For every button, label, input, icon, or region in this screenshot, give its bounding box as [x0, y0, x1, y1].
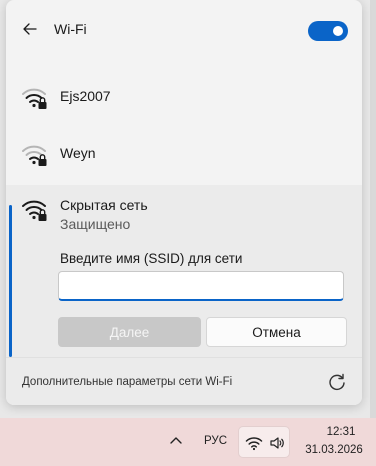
chevron-up-icon[interactable] — [168, 433, 184, 449]
wifi-toggle[interactable] — [308, 21, 348, 41]
network-volume-tray-button[interactable] — [238, 426, 290, 458]
clock-date[interactable]: 31.03.2026 — [300, 444, 368, 456]
wifi-secured-icon — [22, 88, 47, 109]
taskbar: РУС 12:31 31.03.2026 — [0, 418, 376, 466]
page-title: Wi-Fi — [54, 21, 87, 37]
ssid-input[interactable] — [58, 271, 344, 301]
ssid-label: Введите имя (SSID) для сети — [60, 251, 243, 266]
network-item[interactable]: Ejs2007 — [6, 71, 362, 121]
desktop-edge — [370, 0, 376, 420]
hidden-network-name: Скрытая сеть — [60, 197, 148, 213]
back-button[interactable] — [20, 18, 40, 40]
toggle-knob — [333, 26, 343, 36]
security-status: Защищено — [60, 216, 131, 232]
volume-icon — [270, 437, 284, 449]
network-item[interactable]: Weyn — [6, 128, 362, 178]
network-name: Weyn — [60, 145, 96, 161]
wifi-secured-icon — [22, 200, 47, 221]
next-button[interactable]: Далее — [58, 317, 201, 347]
hidden-network-item: Скрытая сеть Защищено Введите имя (SSID)… — [6, 185, 362, 357]
network-name: Ejs2007 — [60, 88, 111, 104]
wifi-icon — [245, 437, 263, 451]
clock-time[interactable]: 12:31 — [316, 426, 366, 438]
flyout-footer: Дополнительные параметры сети Wi-Fi — [6, 357, 362, 405]
refresh-icon[interactable] — [327, 372, 347, 392]
cancel-button[interactable]: Отмена — [206, 317, 347, 347]
wifi-flyout: Wi-Fi Ejs2007 Weyn Скрытая сеть Защищено… — [6, 0, 362, 405]
language-indicator[interactable]: РУС — [204, 435, 227, 447]
wifi-secured-icon — [22, 145, 47, 166]
selection-indicator — [9, 205, 12, 357]
flyout-header: Wi-Fi — [6, 0, 362, 60]
more-wifi-settings-link[interactable]: Дополнительные параметры сети Wi-Fi — [22, 376, 232, 388]
back-arrow-icon — [23, 23, 37, 35]
